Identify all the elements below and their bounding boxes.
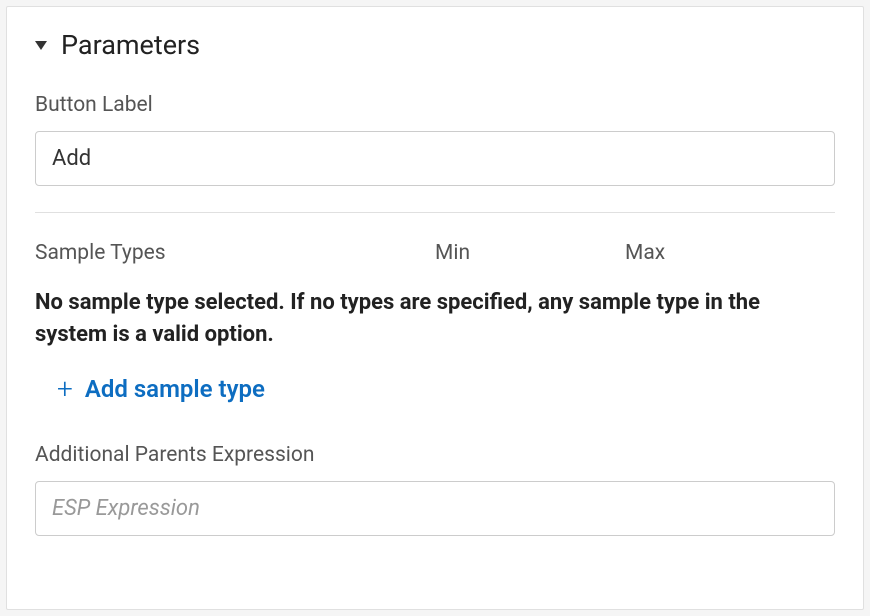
plus-icon: + [57,375,73,403]
col-header-sample-types: Sample Types [35,241,435,265]
button-label-input[interactable] [35,131,835,186]
parameters-panel: Parameters Button Label Sample Types Min… [6,6,864,610]
add-sample-type-label: Add sample type [85,375,265,403]
section-header[interactable]: Parameters [35,29,835,61]
col-header-min: Min [435,241,625,265]
button-label-field-group: Button Label [35,93,835,186]
section-title: Parameters [61,29,200,61]
additional-parents-input[interactable] [35,481,835,536]
add-sample-type-button[interactable]: + Add sample type [57,375,265,403]
columns-header: Sample Types Min Max [35,241,835,265]
no-sample-type-message: No sample type selected. If no types are… [35,287,835,351]
additional-parents-label: Additional Parents Expression [35,443,835,467]
button-label-label: Button Label [35,93,835,117]
additional-parents-field-group: Additional Parents Expression [35,443,835,536]
col-header-max: Max [625,241,835,265]
caret-down-icon [35,41,47,50]
divider [35,212,835,213]
